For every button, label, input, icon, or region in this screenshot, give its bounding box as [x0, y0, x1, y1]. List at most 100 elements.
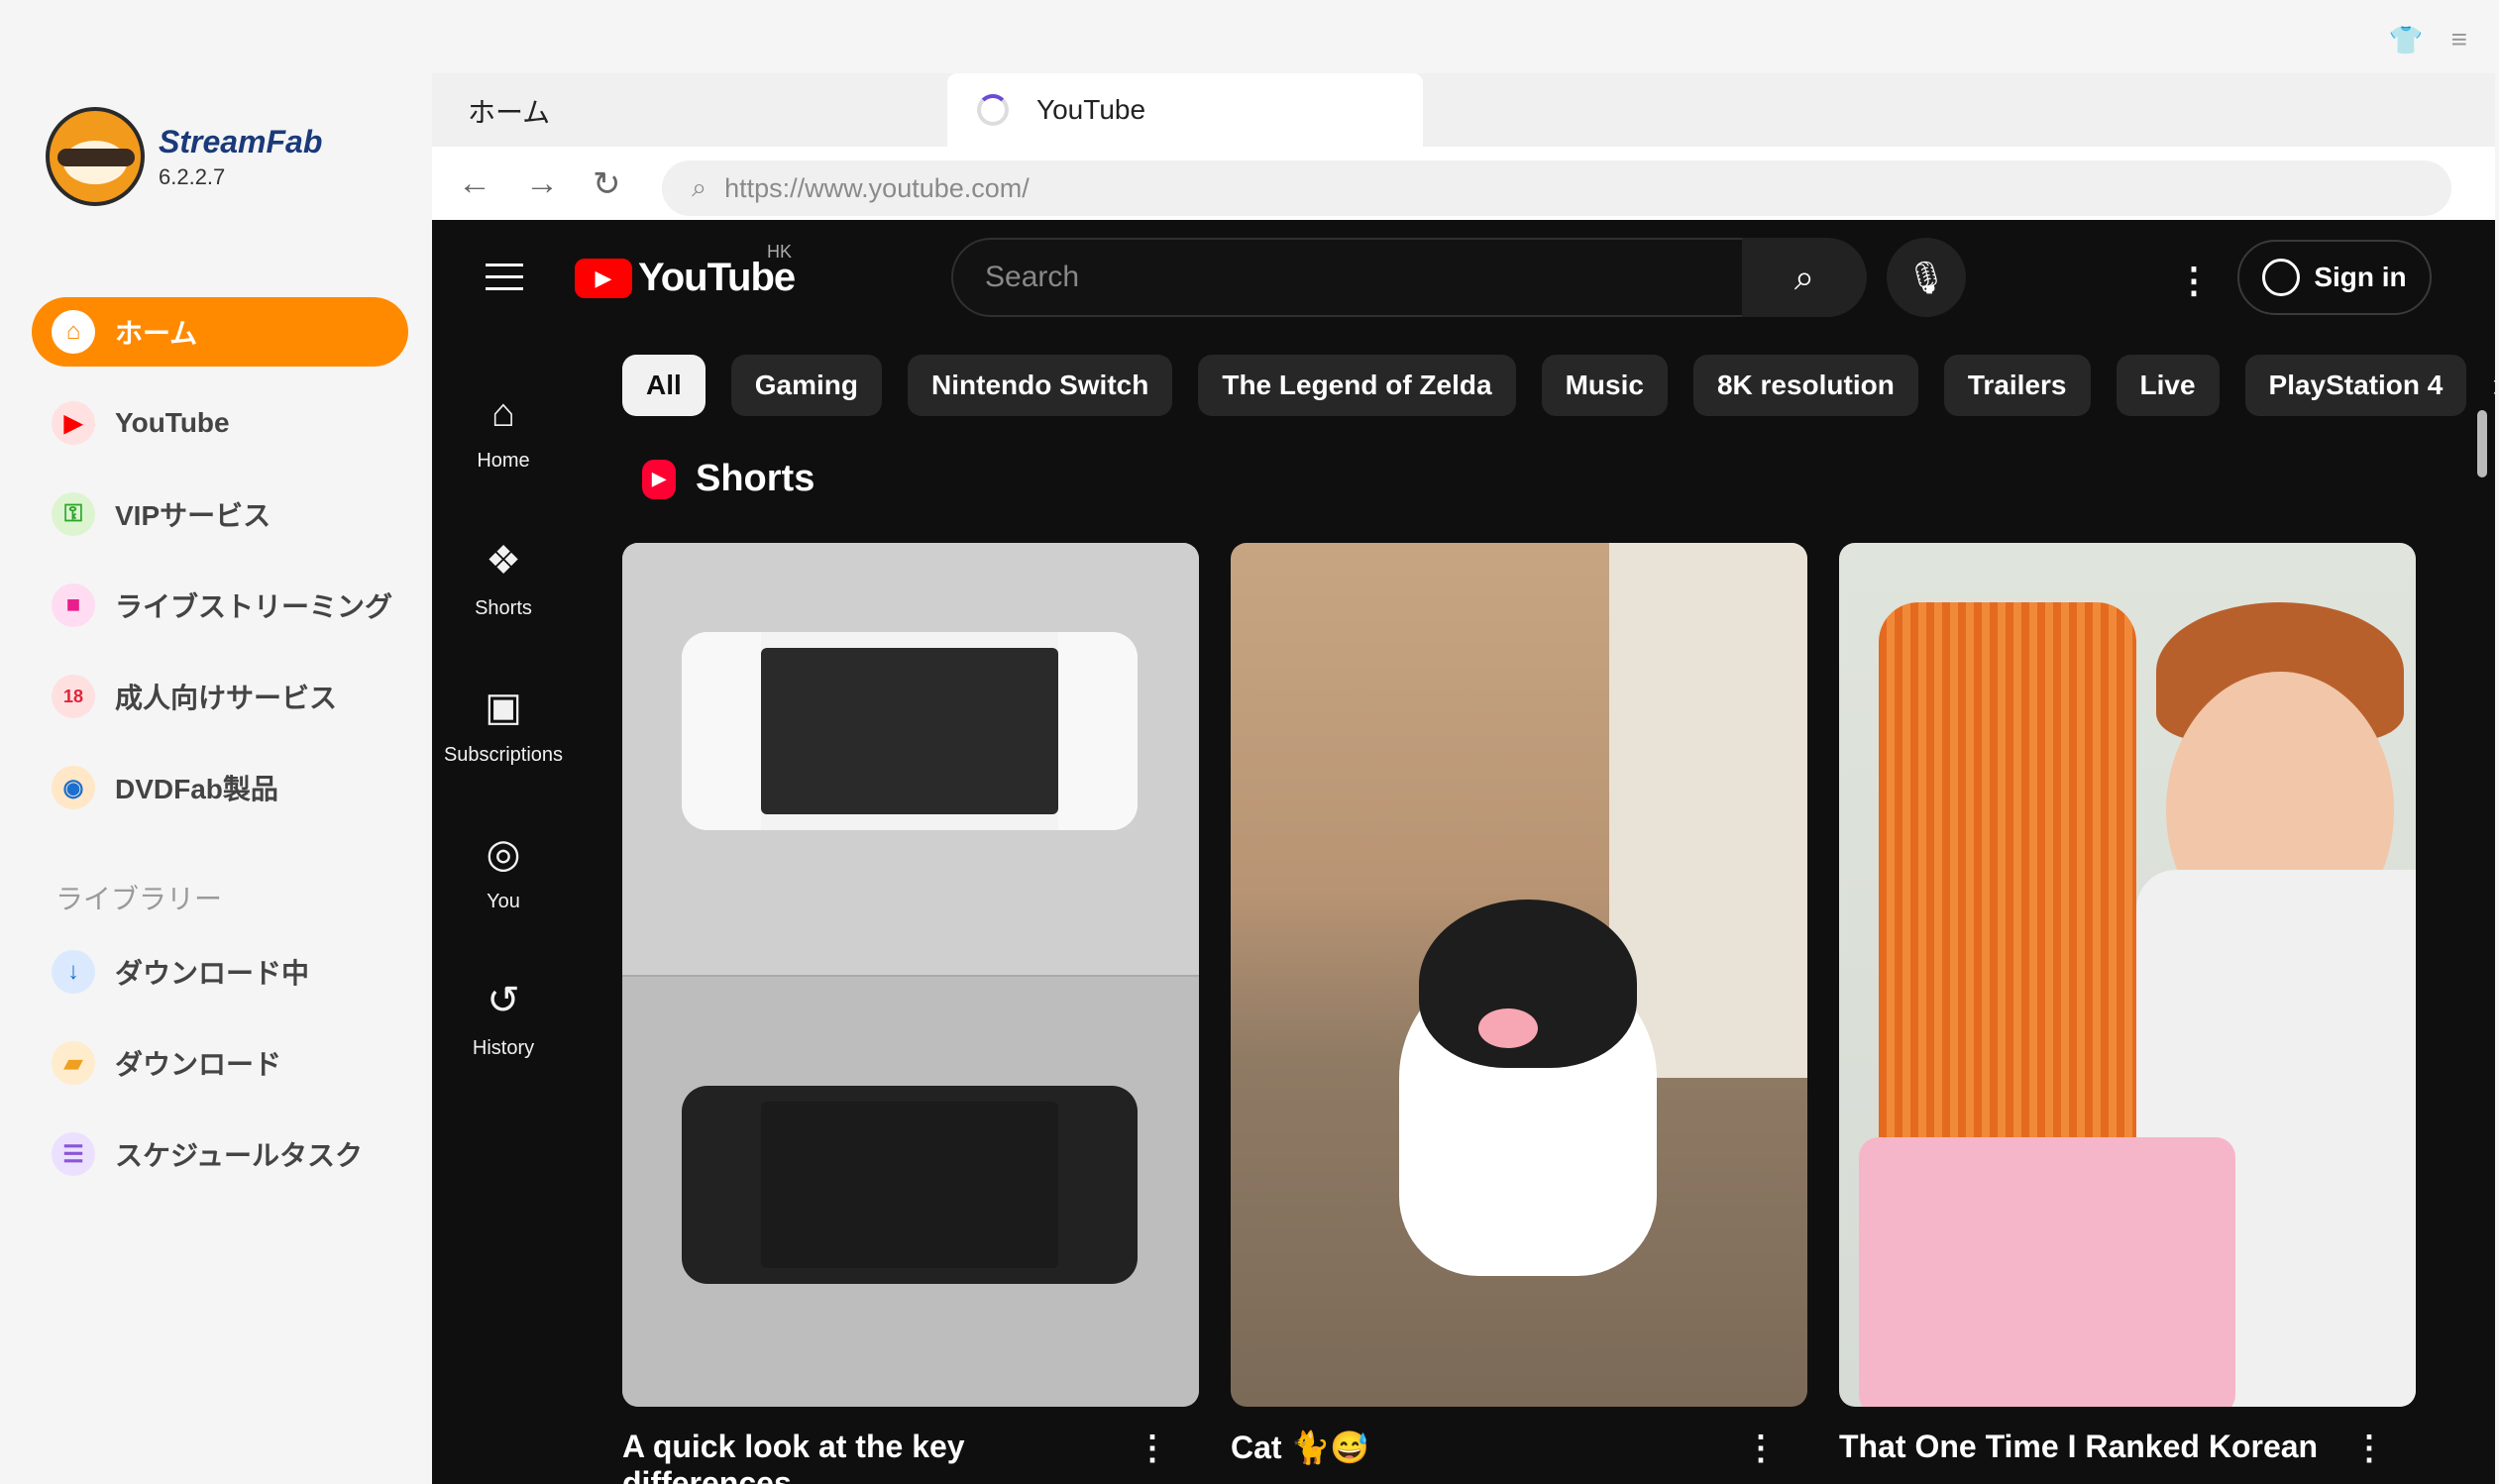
url-text: https://www.youtube.com/: [724, 172, 1030, 203]
guide-item-history[interactable]: ↺ History: [432, 945, 575, 1092]
sidebar-item-label: 成人向けサービス: [115, 683, 338, 713]
reload-icon[interactable]: ↻: [593, 164, 621, 204]
tab-home[interactable]: ホーム: [468, 91, 550, 131]
youtube-logo[interactable]: ▶ YouTube: [575, 256, 796, 300]
shorts-row: A quick look at the key differences ⋮ Ca…: [622, 543, 2416, 1484]
voice-search-button[interactable]: 🎙: [1887, 238, 1966, 317]
shirt-icon[interactable]: 👕: [2389, 24, 2424, 56]
chip-playstation-4[interactable]: PlayStation 4: [2244, 355, 2467, 416]
short-title[interactable]: Cat 🐈😅: [1231, 1429, 1369, 1468]
chip-music[interactable]: Music: [1541, 355, 1668, 416]
home-icon: ⌂: [490, 391, 516, 435]
chip-gaming[interactable]: Gaming: [730, 355, 883, 416]
sidebar-item-youtube[interactable]: ▶ YouTube: [32, 388, 408, 458]
guide-item-shorts[interactable]: ❖ Shorts: [432, 505, 575, 652]
download-arrow-icon: ↓: [52, 950, 95, 994]
sidebar-item-adult[interactable]: 18 成人向けサービス: [32, 662, 408, 731]
key-icon: ⚿: [52, 492, 95, 536]
top-right-tools: 👕 ≡: [2389, 24, 2467, 56]
adult-icon: 18: [52, 675, 95, 718]
short-thumbnail-noodles[interactable]: [1839, 543, 2416, 1407]
dvdfab-icon: ◉: [52, 766, 95, 809]
home-icon: ⌂: [52, 310, 95, 354]
forward-arrow-icon[interactable]: →: [525, 164, 559, 203]
short-title[interactable]: A quick look at the key differences: [622, 1429, 1136, 1484]
page-scrollbar[interactable]: [2477, 410, 2487, 477]
guide-item-you[interactable]: ◎ You: [432, 798, 575, 945]
shorts-logo-icon: ▶: [642, 459, 676, 499]
more-options-icon[interactable]: ⋮: [2176, 260, 2212, 301]
short-card[interactable]: A quick look at the key differences ⋮: [622, 543, 1199, 1484]
user-icon: ◎: [486, 831, 521, 876]
search-input[interactable]: Search: [951, 238, 1744, 317]
filter-chips: All Gaming Nintendo Switch The Legend of…: [622, 355, 2495, 416]
chip-trailers[interactable]: Trailers: [1943, 355, 2091, 416]
loading-spinner-icon: [977, 94, 1009, 126]
hamburger-menu-icon[interactable]: [486, 264, 523, 299]
chip-8k[interactable]: 8K resolution: [1692, 355, 1918, 416]
account-icon: [2262, 259, 2301, 296]
sidebar-item-schedule[interactable]: ☰ スケジュールタスク: [32, 1119, 408, 1189]
menu-icon[interactable]: ≡: [2451, 24, 2467, 56]
chevron-right-icon[interactable]: ›: [2492, 367, 2495, 405]
chip-all[interactable]: All: [622, 355, 706, 416]
sign-in-label: Sign in: [2314, 262, 2407, 292]
more-options-icon[interactable]: ⋮: [1136, 1429, 1169, 1484]
short-title-row: A quick look at the key differences ⋮: [622, 1429, 1199, 1484]
chip-zelda[interactable]: The Legend of Zelda: [1198, 355, 1516, 416]
sidebar-item-home[interactable]: ⌂ ホーム: [32, 297, 408, 367]
guide-item-home[interactable]: ⌂ Home: [432, 359, 575, 505]
more-options-icon[interactable]: ⋮: [1744, 1429, 1778, 1468]
guide-item-label: History: [472, 1036, 535, 1059]
guide-item-label: Shorts: [475, 596, 532, 619]
sidebar-item-label: ライブストリーミング: [115, 591, 393, 622]
short-card[interactable]: Cat 🐈😅 ⋮: [1231, 543, 1807, 1484]
search-icon: ⌕: [692, 172, 707, 202]
sidebar-item-vip[interactable]: ⚿ VIPサービス: [32, 479, 408, 549]
guide-item-label: Subscriptions: [443, 743, 564, 766]
sidebar-item-live[interactable]: ■ ライブストリーミング: [32, 571, 408, 640]
more-options-icon[interactable]: ⋮: [2352, 1429, 2386, 1468]
shorts-section-header: ▶ Shorts: [642, 458, 815, 500]
streamfab-window: 👕 ≡ StreamFab 6.2.2.7 ⌂ ホーム ▶ YouTube ⚿: [0, 0, 2499, 1484]
sidebar: StreamFab 6.2.2.7 ⌂ ホーム ▶ YouTube ⚿ VIPサ…: [0, 0, 432, 1484]
tab-youtube-label: YouTube: [1036, 94, 1146, 125]
microphone-icon: 🎙: [1905, 260, 1947, 295]
tab-youtube[interactable]: YouTube: [947, 73, 1423, 147]
address-bar-row: ← → ↻ ⌕ https://www.youtube.com/: [432, 147, 2495, 220]
url-field[interactable]: ⌕ https://www.youtube.com/: [662, 160, 2451, 216]
short-card[interactable]: That One Time I Ranked Korean ⋮: [1839, 543, 2416, 1484]
short-thumbnail-cat[interactable]: [1231, 543, 1807, 1407]
short-thumbnail-switch[interactable]: [622, 543, 1199, 1407]
sidebar-item-downloading[interactable]: ↓ ダウンロード中: [32, 937, 408, 1007]
tab-bar: ホーム YouTube: [432, 73, 2495, 147]
search-button[interactable]: ⌕: [1742, 238, 1867, 317]
schedule-icon: ☰: [52, 1132, 95, 1176]
guide-item-subscriptions[interactable]: ▣ Subscriptions: [432, 652, 575, 798]
short-title[interactable]: That One Time I Ranked Korean: [1839, 1429, 2318, 1468]
sidebar-item-dvdfab[interactable]: ◉ DVDFab製品: [32, 753, 408, 822]
sidebar-item-label: ダウンロード: [115, 1049, 282, 1080]
chip-live[interactable]: Live: [2116, 355, 2220, 416]
sidebar-item-label: YouTube: [115, 407, 230, 438]
shorts-heading: Shorts: [696, 458, 815, 499]
sidebar-item-label: ホーム: [115, 318, 198, 349]
youtube-header: ▶ YouTube HK Search ⌕ 🎙 ⋮ Sign in: [432, 220, 2495, 335]
youtube-icon: ▶: [52, 401, 95, 445]
folder-icon: ▰: [52, 1041, 95, 1085]
chip-nintendo-switch[interactable]: Nintendo Switch: [908, 355, 1173, 416]
library-nav: ↓ ダウンロード中 ▰ ダウンロード ☰ スケジュールタスク: [32, 937, 408, 1211]
sidebar-item-downloaded[interactable]: ▰ ダウンロード: [32, 1028, 408, 1098]
back-arrow-icon[interactable]: ←: [458, 164, 491, 203]
sidebar-item-label: スケジュールタスク: [115, 1140, 364, 1171]
sidebar-item-label: DVDFab製品: [115, 774, 278, 804]
history-icon: ↺: [487, 978, 520, 1022]
library-label: ライブラリー: [55, 884, 223, 914]
camera-icon: ■: [52, 583, 95, 627]
sign-in-button[interactable]: Sign in: [2237, 240, 2432, 315]
subscriptions-icon: ▣: [485, 685, 522, 729]
sidebar-nav: ⌂ ホーム ▶ YouTube ⚿ VIPサービス ■ ライブストリーミング 1…: [32, 297, 408, 844]
shorts-icon: ❖: [486, 538, 521, 583]
sidebar-item-label: ダウンロード中: [115, 958, 310, 989]
short-title-row: That One Time I Ranked Korean ⋮: [1839, 1429, 2416, 1468]
